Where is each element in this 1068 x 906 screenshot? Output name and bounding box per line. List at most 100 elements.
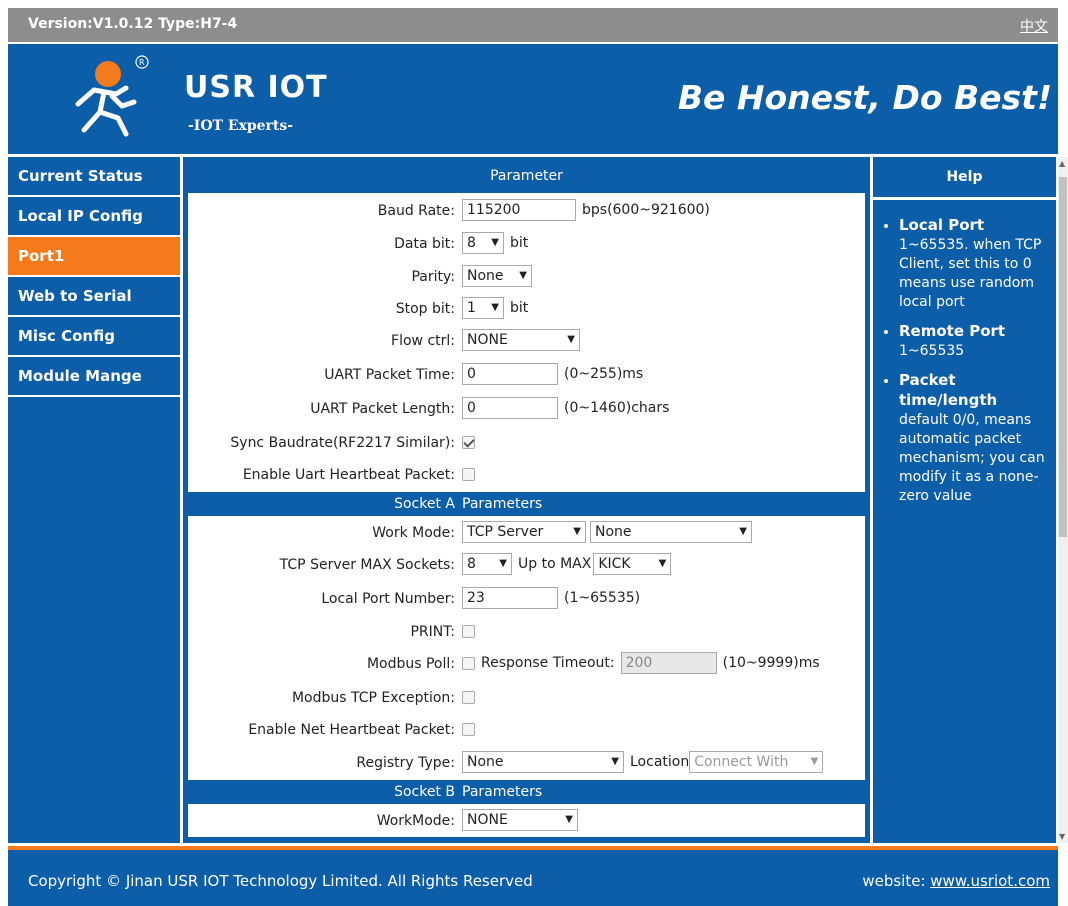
- modbus-exception-row: Modbus TCP Exception:: [188, 684, 865, 712]
- work-mode-sub-select[interactable]: None ▼: [590, 521, 752, 543]
- language-link[interactable]: 中文: [1020, 16, 1048, 36]
- sync-baudrate-row: Sync Baudrate(RF2217 Similar):: [188, 429, 865, 457]
- socket-b-header: Socket B Parameters: [188, 780, 865, 804]
- up-to-max-label: Up to MAX: [518, 556, 592, 572]
- header-banner: R USR IOT -IOT Experts- Be Honest, Do Be…: [8, 44, 1058, 154]
- kick-select[interactable]: KICK ▼: [593, 553, 672, 575]
- response-timeout-input[interactable]: 200: [620, 652, 717, 674]
- help-item-text: 1~65535: [899, 343, 965, 359]
- sync-baudrate-checkbox[interactable]: [462, 436, 475, 449]
- baud-rate-input[interactable]: 115200: [462, 199, 576, 221]
- dropdown-arrow-icon: ▼: [491, 302, 499, 313]
- dropdown-arrow-icon: ▼: [739, 526, 747, 537]
- website-label: website:: [862, 872, 926, 890]
- parameter-title: Parameter: [490, 168, 563, 184]
- uart-packet-time-input[interactable]: 0: [462, 363, 558, 385]
- page-scrollbar[interactable]: ▲ ▼: [1058, 157, 1068, 843]
- scroll-down-icon[interactable]: ▼: [1059, 832, 1065, 841]
- slogan: Be Honest, Do Best!: [677, 78, 1052, 117]
- max-sockets-label: TCP Server MAX Sockets:: [279, 557, 455, 573]
- data-bit-row: Data bit: 8 ▼ bit: [188, 230, 865, 258]
- parity-label: Parity:: [411, 269, 455, 285]
- workmode-b-label: WorkMode:: [376, 813, 455, 829]
- dropdown-arrow-icon: ▼: [658, 558, 667, 569]
- socket-b-title: Socket B: [394, 784, 455, 800]
- registry-type-select[interactable]: None ▼: [462, 751, 624, 773]
- stop-bit-row: Stop bit: 1 ▼ bit: [188, 295, 865, 323]
- location-select[interactable]: Connect With ▼: [689, 751, 824, 773]
- sidebar-item-current-status[interactable]: Current Status: [8, 157, 180, 197]
- modbus-exception-checkbox[interactable]: [462, 691, 475, 704]
- help-item-title: Remote Port: [899, 322, 1006, 340]
- socket-a-header: Socket A Parameters: [188, 492, 865, 516]
- baud-rate-row: Baud Rate: 115200 bps(600~921600): [188, 197, 865, 225]
- footer: Copyright © Jinan USR IOT Technology Lim…: [8, 846, 1058, 906]
- print-checkbox[interactable]: [462, 625, 475, 638]
- response-timeout-hint: (10~9999)ms: [722, 655, 820, 671]
- work-mode-row: Work Mode: TCP Server ▼ None ▼: [188, 519, 865, 547]
- baud-rate-label: Baud Rate:: [377, 203, 455, 219]
- data-bit-select[interactable]: 8 ▼: [462, 232, 504, 254]
- usr-logo-icon: R: [75, 55, 149, 137]
- scroll-up-icon[interactable]: ▲: [1059, 159, 1065, 168]
- parameter-form: Baud Rate: 115200 bps(600~921600) Data bi…: [188, 193, 865, 837]
- registry-type-label: Registry Type:: [356, 755, 455, 771]
- stop-bit-unit: bit: [510, 300, 529, 316]
- print-row: PRINT:: [188, 618, 865, 646]
- socket-b-parameters: Parameters: [462, 784, 543, 800]
- help-item: Local Port 1~65535. when TCP Client, set …: [899, 216, 1056, 312]
- sync-baudrate-label: Sync Baudrate(RF2217 Similar):: [230, 435, 455, 451]
- modbus-exception-label: Modbus TCP Exception:: [291, 690, 455, 706]
- flow-ctrl-row: Flow ctrl: NONE ▼: [188, 327, 865, 355]
- work-mode-select[interactable]: TCP Server ▼: [462, 521, 586, 543]
- uart-heartbeat-row: Enable Uart Heartbeat Packet:: [188, 461, 865, 489]
- help-item: Remote Port 1~65535: [899, 322, 1056, 361]
- net-heartbeat-checkbox[interactable]: [462, 723, 475, 736]
- dropdown-arrow-icon: ▼: [810, 756, 819, 767]
- registry-type-row: Registry Type: None ▼ Location Connect With…: [188, 749, 865, 777]
- dropdown-arrow-icon: ▼: [611, 756, 619, 767]
- parity-select[interactable]: None ▼: [462, 265, 532, 287]
- copyright-text: Copyright © Jinan USR IOT Technology Lim…: [28, 872, 533, 890]
- max-sockets-select[interactable]: 8 ▼: [462, 553, 512, 575]
- uart-packet-time-hint: (0~255)ms: [564, 366, 644, 382]
- dropdown-arrow-icon: ▼: [491, 237, 499, 248]
- sidebar-item-port1[interactable]: Port1: [8, 237, 180, 277]
- stop-bit-label: Stop bit:: [395, 301, 455, 317]
- uart-packet-time-row: UART Packet Time: 0 (0~255)ms: [188, 361, 865, 389]
- local-port-row: Local Port Number: 23 (1~65535): [188, 585, 865, 613]
- help-item-title: Local Port: [899, 216, 985, 234]
- help-title: Help: [873, 157, 1056, 200]
- sidebar-item-web-to-serial[interactable]: Web to Serial: [8, 277, 180, 317]
- flow-ctrl-label: Flow ctrl:: [391, 333, 455, 349]
- help-item: Packet time/lengthdefault 0/0, means aut…: [899, 371, 1056, 506]
- local-port-hint: (1~65535): [564, 590, 641, 606]
- dropdown-arrow-icon: ▼: [519, 270, 527, 281]
- workmode-b-select[interactable]: NONE ▼: [462, 809, 578, 831]
- print-label: PRINT:: [410, 624, 455, 640]
- scrollbar-thumb[interactable]: [1059, 177, 1067, 537]
- uart-heartbeat-label: Enable Uart Heartbeat Packet:: [242, 467, 455, 483]
- flow-ctrl-select[interactable]: NONE ▼: [462, 329, 580, 351]
- modbus-poll-checkbox[interactable]: [462, 656, 475, 670]
- uart-packet-length-label: UART Packet Length:: [310, 401, 455, 417]
- help-item-text: 1~65535. when TCP Client, set this to 0 …: [899, 237, 1042, 310]
- work-mode-label: Work Mode:: [372, 525, 455, 541]
- uart-packet-time-label: UART Packet Time:: [324, 367, 455, 383]
- local-port-input[interactable]: 23: [462, 587, 558, 609]
- uart-packet-length-input[interactable]: 0: [462, 397, 558, 419]
- stop-bit-select[interactable]: 1 ▼: [462, 297, 504, 319]
- sidebar-nav: Current Status Local IP Config Port1 Web…: [8, 157, 180, 843]
- sidebar-item-module-mange[interactable]: Module Mange: [8, 357, 180, 397]
- local-port-label: Local Port Number:: [321, 591, 455, 607]
- dropdown-arrow-icon: ▼: [565, 814, 573, 825]
- website-info: website: www.usriot.com: [862, 872, 1050, 890]
- uart-packet-length-row: UART Packet Length: 0 (0~1460)chars: [188, 395, 865, 423]
- sidebar-item-misc-config[interactable]: Misc Config: [8, 317, 180, 357]
- uart-heartbeat-checkbox[interactable]: [462, 468, 475, 481]
- website-link[interactable]: www.usriot.com: [930, 872, 1050, 890]
- data-bit-unit: bit: [510, 235, 529, 251]
- modbus-poll-row: Modbus Poll: Response Timeout: 200 (10~999…: [188, 650, 865, 678]
- sidebar-item-local-ip-config[interactable]: Local IP Config: [8, 197, 180, 237]
- response-timeout-label: Response Timeout:: [481, 655, 615, 671]
